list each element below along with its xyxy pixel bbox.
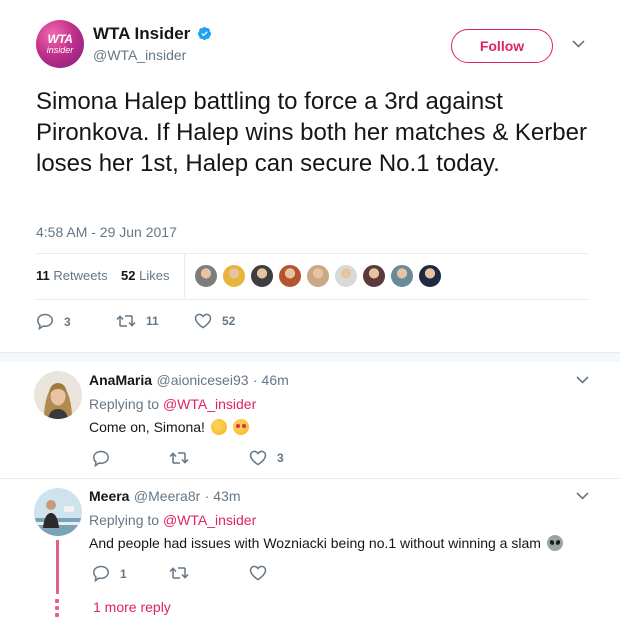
reply-header: Meera @Meera8r · 43m	[89, 488, 241, 506]
chevron-down-icon[interactable]	[572, 40, 585, 48]
replying-to-prefix: Replying to	[89, 396, 160, 412]
section-separator	[0, 352, 620, 362]
reply-avatar-anamaria[interactable]	[34, 371, 82, 419]
like-action[interactable]: 3	[249, 450, 284, 466]
heart-icon	[249, 565, 267, 581]
retweet-icon	[169, 450, 189, 466]
reply-icon	[36, 313, 54, 330]
follow-button[interactable]: Follow	[451, 29, 553, 63]
author-handle[interactable]: @WTA_insider	[93, 47, 186, 63]
reply-author-name[interactable]: Meera	[89, 488, 129, 504]
replying-to: Replying to @WTA_insider	[89, 512, 256, 528]
tweet-text: Simona Halep battling to force a 3rd aga…	[36, 88, 587, 177]
reply-count: 1	[120, 566, 127, 581]
liker-avatar[interactable]	[334, 264, 358, 288]
reply-action[interactable]: 1	[92, 565, 127, 582]
likes-label: Likes	[139, 268, 170, 283]
liker-avatar[interactable]	[362, 264, 386, 288]
retweet-count: 11	[146, 314, 159, 328]
liker-avatar[interactable]	[278, 264, 302, 288]
stats-separator	[184, 254, 185, 298]
liker-avatar[interactable]	[222, 264, 246, 288]
liker-avatar[interactable]	[306, 264, 330, 288]
retweet-action[interactable]: 11	[116, 313, 159, 329]
reply-author-name[interactable]: AnaMaria	[89, 372, 152, 388]
replying-to-mention[interactable]: @WTA_insider	[163, 396, 256, 412]
reply-icon	[92, 450, 110, 467]
heart-icon	[194, 313, 212, 329]
reply-header: AnaMaria @aionicesei93 · 46m	[89, 372, 289, 390]
reply-action[interactable]: 3	[36, 313, 71, 330]
author-name[interactable]: WTA Insider	[93, 24, 190, 44]
likers-avatars[interactable]	[194, 264, 464, 290]
reply-icon	[92, 565, 110, 582]
reply-author-handle[interactable]: @Meera8r	[134, 488, 200, 504]
like-action[interactable]: 52	[194, 313, 235, 329]
retweet-action[interactable]	[169, 450, 199, 466]
retweets-count: 11	[36, 268, 50, 283]
liker-avatar[interactable]	[194, 264, 218, 288]
blush-emoji-icon	[210, 419, 227, 435]
replying-to: Replying to @WTA_insider	[89, 396, 256, 412]
like-count: 52	[222, 314, 236, 328]
chevron-down-icon[interactable]	[576, 376, 589, 384]
retweet-icon	[116, 313, 136, 329]
like-count: 3	[277, 451, 284, 465]
divider	[36, 253, 588, 254]
chevron-down-icon[interactable]	[576, 492, 589, 500]
reply-text-container: And people had issues with Wozniacki bei…	[89, 535, 563, 551]
alien-emoji-icon	[546, 535, 563, 551]
liker-avatar[interactable]	[250, 264, 274, 288]
row-separator	[0, 478, 620, 479]
reply-action[interactable]	[92, 450, 120, 467]
heart-icon	[249, 450, 267, 466]
likes-count: 52	[121, 268, 136, 283]
author-avatar[interactable]: WTA insider	[36, 20, 84, 68]
reply-author-handle[interactable]: @aionicesei93	[156, 372, 248, 388]
divider	[36, 299, 588, 300]
more-replies-link[interactable]: 1 more reply	[93, 599, 171, 615]
reply-avatar-meera[interactable]	[34, 488, 82, 536]
reply-text-container: Come on, Simona!	[89, 419, 249, 435]
retweets-stat[interactable]: 11 Retweets	[36, 268, 108, 283]
retweet-icon	[169, 565, 189, 581]
liker-avatar[interactable]	[390, 264, 414, 288]
thread-dots	[55, 599, 59, 620]
thread-line	[56, 540, 59, 594]
retweets-label: Retweets	[53, 268, 108, 283]
replying-to-prefix: Replying to	[89, 512, 160, 528]
tweet-timestamp[interactable]: 4:58 AM - 29 Jun 2017	[36, 224, 177, 240]
heart-eyes-emoji-icon	[232, 419, 249, 435]
reply-time[interactable]: · 43m	[205, 488, 241, 504]
retweet-action[interactable]	[169, 565, 199, 581]
like-action[interactable]	[249, 565, 277, 581]
likes-stat[interactable]: 52 Likes	[121, 268, 169, 283]
avatar-logo-subtext: insider	[46, 45, 74, 55]
avatar-logo-text: WTA	[47, 32, 73, 46]
replying-to-mention[interactable]: @WTA_insider	[163, 512, 256, 528]
verified-badge-icon	[197, 26, 212, 41]
reply-text: And people had issues with Wozniacki bei…	[89, 535, 541, 551]
reply-count: 3	[64, 314, 71, 329]
liker-avatar[interactable]	[418, 264, 442, 288]
reply-time[interactable]: · 46m	[253, 372, 289, 388]
reply-text: Come on, Simona!	[89, 419, 205, 435]
